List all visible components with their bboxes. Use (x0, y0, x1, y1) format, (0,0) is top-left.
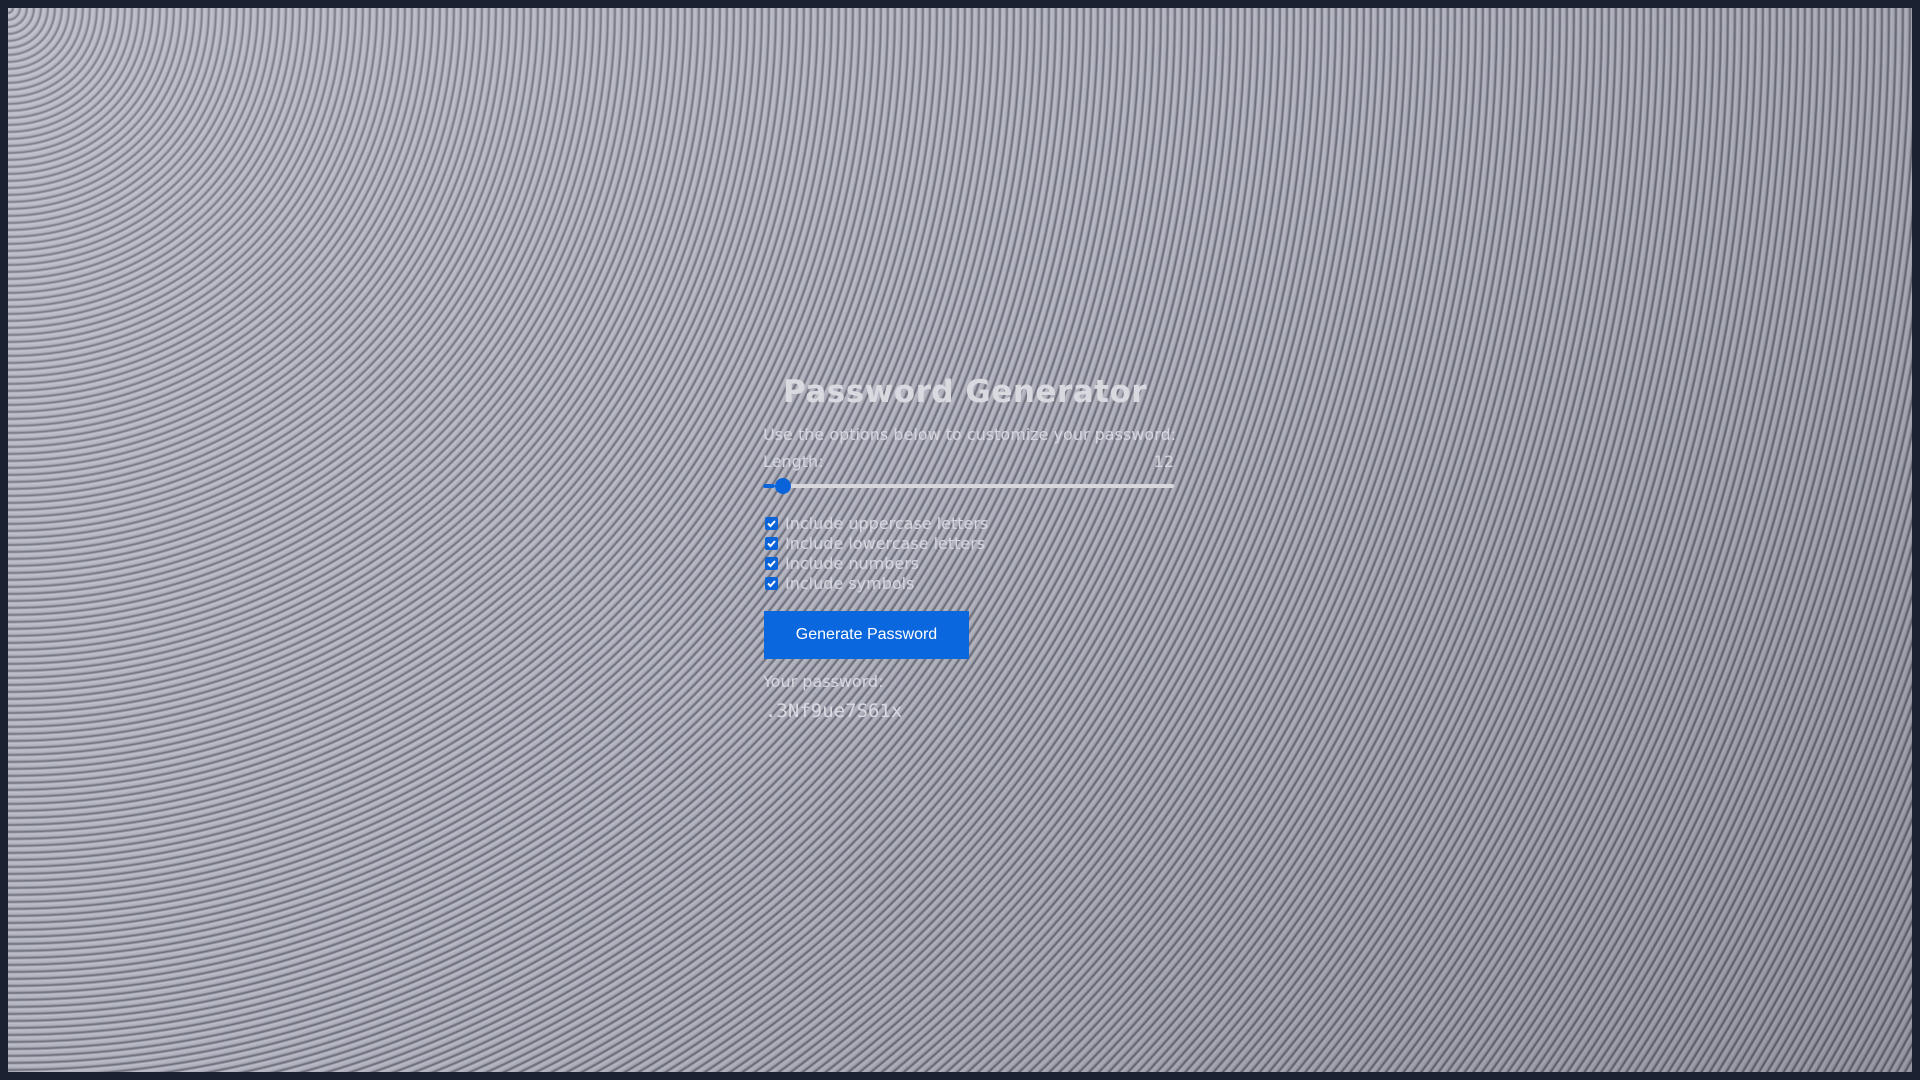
checkmark-icon (767, 559, 776, 567)
checkbox-lowercase[interactable] (765, 536, 778, 550)
option-label: Include uppercase letters (785, 513, 989, 533)
password-label: Your password: (763, 672, 884, 691)
instructions-text: Use the options below to customize your … (763, 425, 1176, 444)
option-numbers[interactable]: Include numbers (765, 553, 988, 573)
option-lowercase[interactable]: Include lowercase letters (765, 533, 988, 553)
page-title: Password Generator (782, 374, 1148, 410)
option-symbols[interactable]: Include symbols (765, 573, 988, 593)
password-output[interactable]: .3Nf9ue7S61x (765, 700, 902, 722)
checkmark-icon (767, 579, 776, 587)
length-row: Length: 12 (763, 452, 1174, 471)
slider-track[interactable] (763, 484, 1174, 488)
slider-fill (763, 484, 776, 488)
option-label: Include symbols (785, 573, 915, 593)
length-slider[interactable] (763, 476, 1174, 496)
checkbox-uppercase[interactable] (765, 516, 778, 530)
checkbox-numbers[interactable] (765, 556, 778, 570)
app-window: Password Generator Use the options below… (8, 8, 1912, 1072)
checkmark-icon (767, 519, 776, 527)
option-label: Include lowercase letters (785, 533, 986, 553)
length-value: 12 (1153, 452, 1174, 471)
length-label: Length: (763, 452, 824, 471)
option-label: Include numbers (785, 553, 920, 573)
options-list: Include uppercase letters Include lowerc… (765, 513, 988, 593)
generate-password-button[interactable]: Generate Password (764, 611, 969, 659)
option-uppercase[interactable]: Include uppercase letters (765, 513, 988, 533)
checkmark-icon (767, 539, 776, 547)
checkbox-symbols[interactable] (765, 576, 778, 590)
slider-thumb[interactable] (775, 478, 792, 494)
